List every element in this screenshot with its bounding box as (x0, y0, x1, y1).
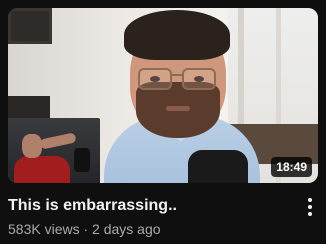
inset-person-body (14, 156, 70, 183)
person-mouth (166, 106, 190, 111)
view-count: 583K views (8, 221, 80, 237)
more-vert-icon (308, 198, 312, 216)
glasses-bridge (172, 74, 182, 76)
webcam-inset (8, 118, 100, 183)
video-title[interactable]: This is embarrassing.. (8, 196, 288, 216)
video-card[interactable]: 18:49 This is embarrassing.. 583K views … (0, 0, 326, 244)
inset-microphone (74, 148, 90, 172)
video-thumbnail[interactable]: 18:49 (8, 8, 318, 183)
glasses-left-lens (138, 68, 172, 90)
upload-age: 2 days ago (92, 221, 161, 237)
person-hair (124, 10, 230, 60)
background-picture-frame (8, 8, 52, 44)
microphone (188, 150, 248, 183)
glasses-right-lens (182, 68, 216, 90)
inset-person-arm (39, 132, 77, 150)
inset-person-head (22, 134, 42, 158)
duration-badge: 18:49 (271, 157, 312, 177)
video-meta: 583K views · 2 days ago (8, 220, 161, 238)
more-options-button[interactable] (298, 194, 322, 220)
meta-separator: · (83, 221, 89, 237)
